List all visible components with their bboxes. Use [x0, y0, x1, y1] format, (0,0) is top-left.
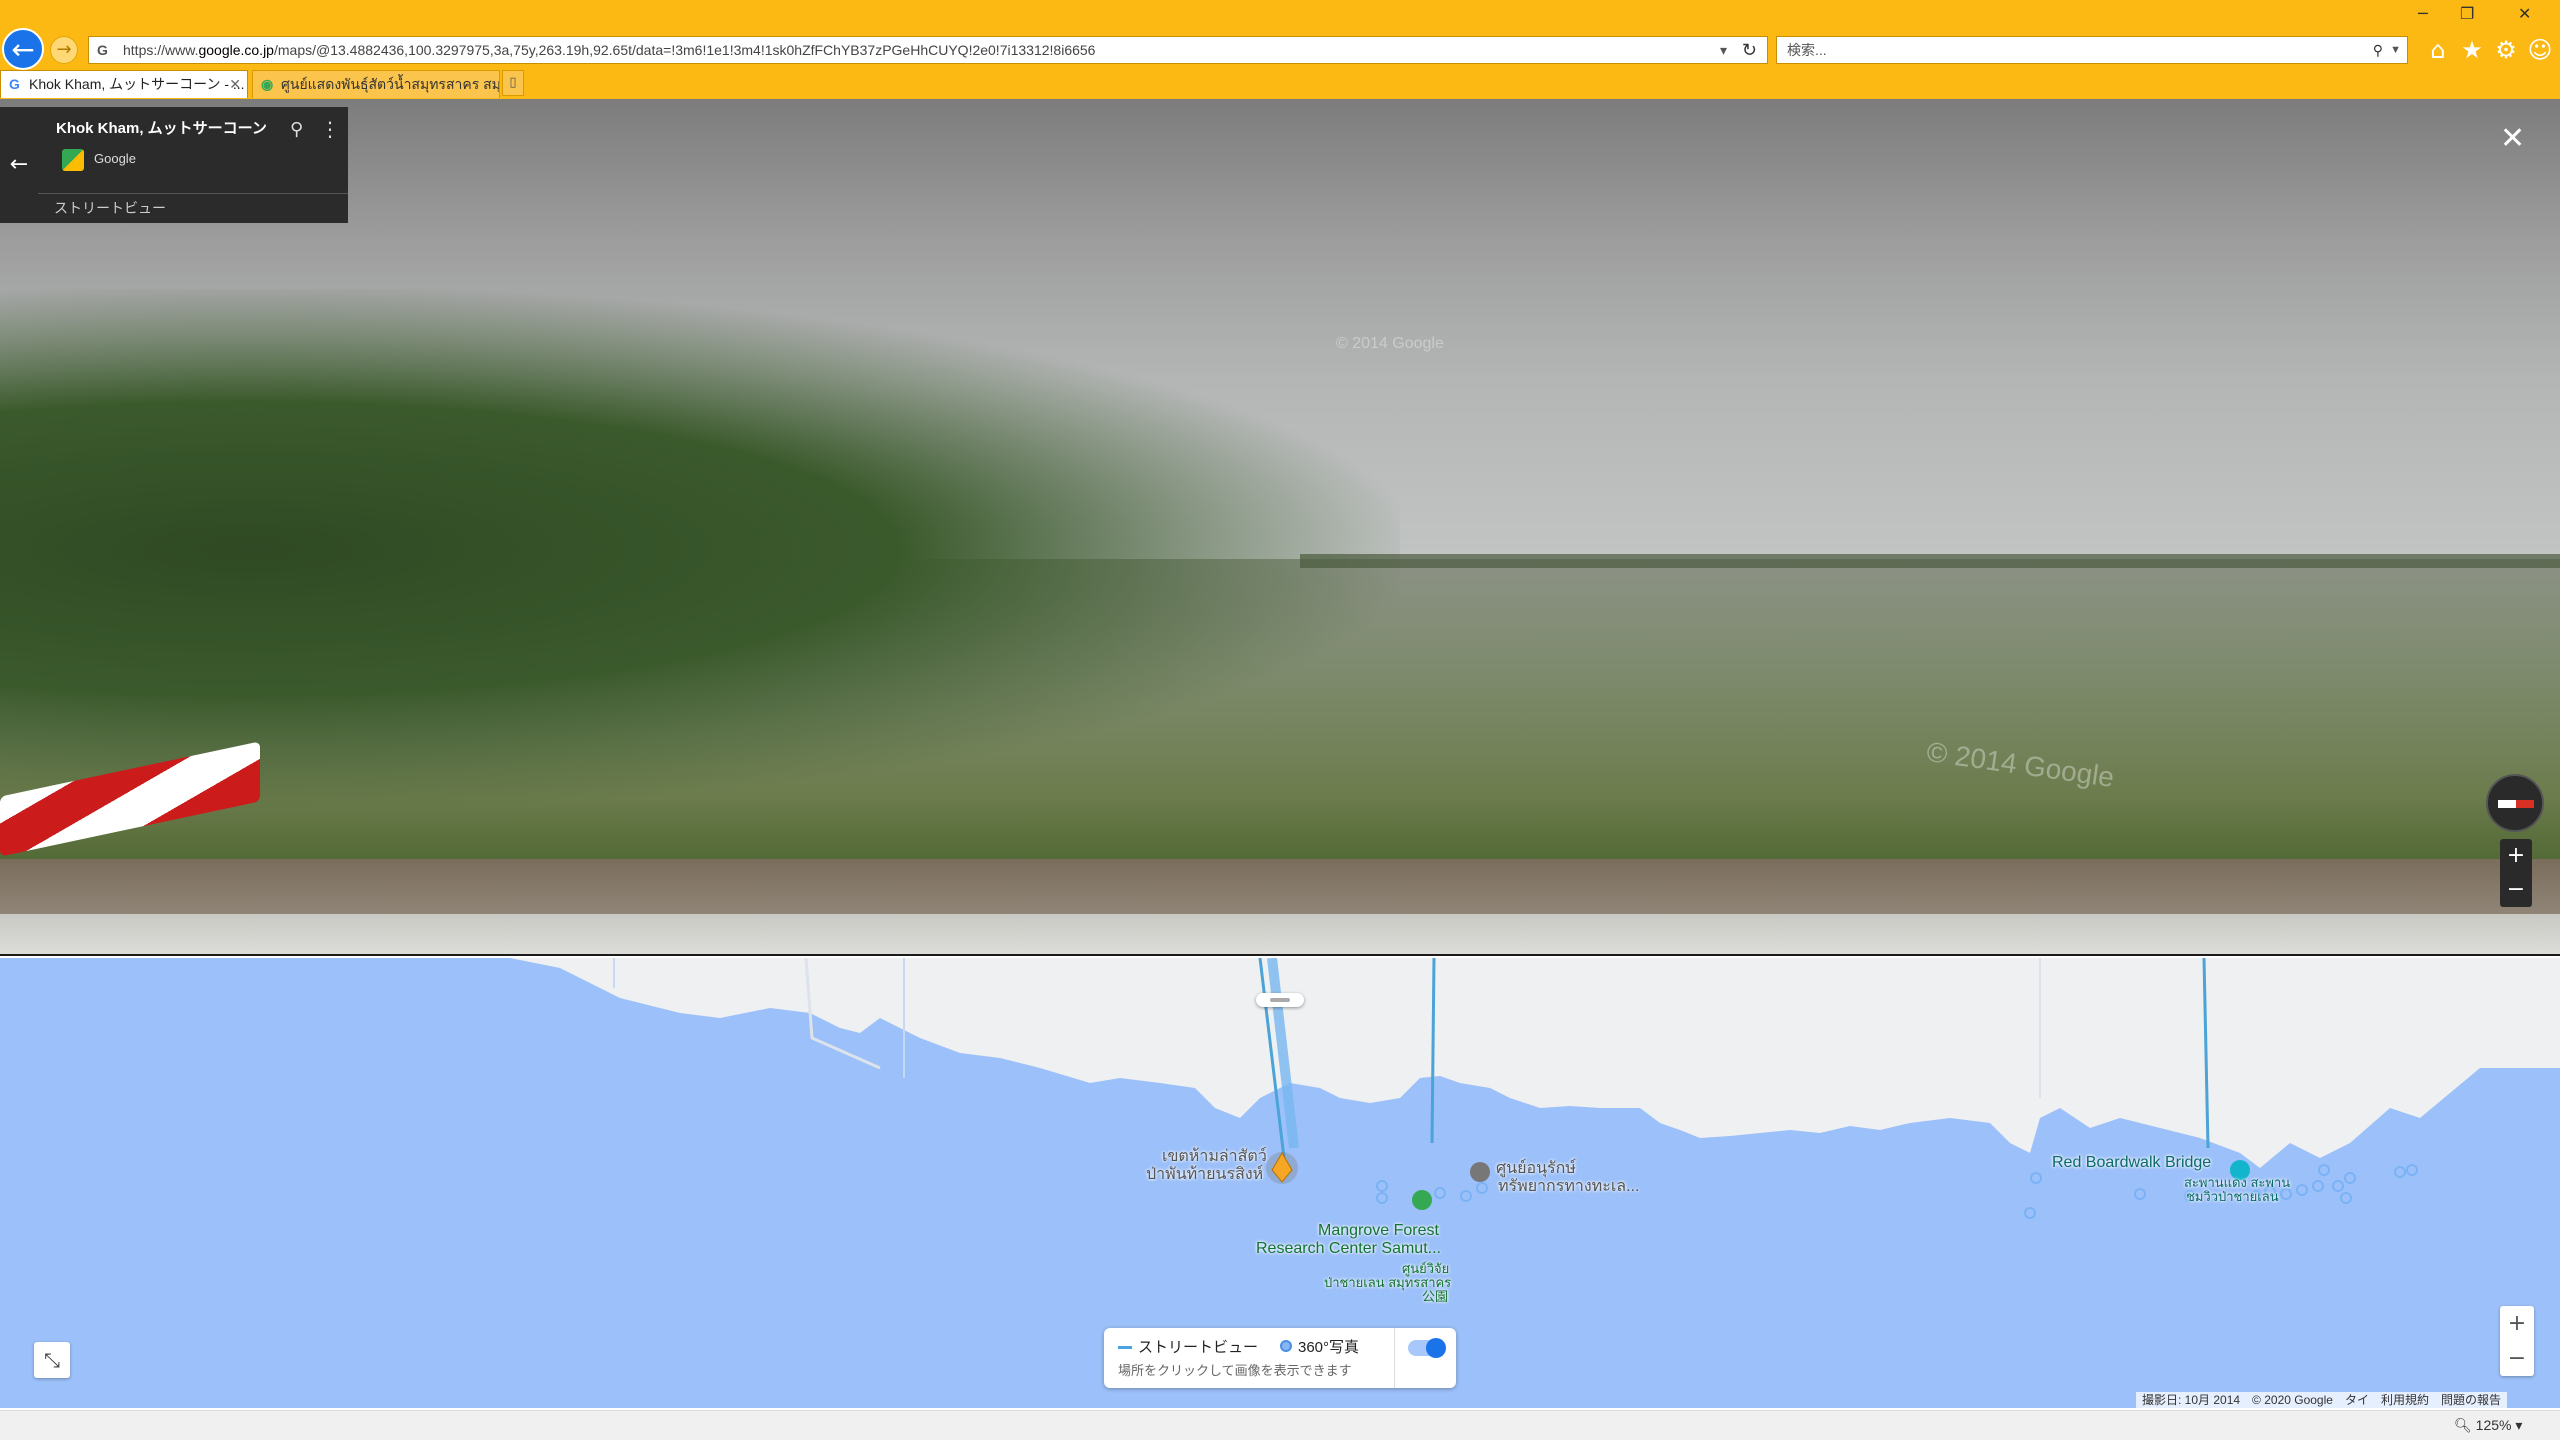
close-tab-icon[interactable]: ✕: [229, 71, 241, 97]
streetview-line-icon: [1118, 1346, 1132, 1349]
tab-khok-kham[interactable]: G Khok Kham, ムットサーコーン - ... ✕: [0, 70, 248, 98]
map-attribution: 撮影日: 10月 2014 © 2020 Google タイ 利用規約 問題の報告: [2136, 1392, 2507, 1408]
map-label-boardwalk-th-2: ชมวิวป่าชายเลน: [2186, 1189, 2279, 1204]
location-pin-icon[interactable]: ⚲: [290, 119, 303, 140]
browser-window: ─ ❐ ✕ ← → G https://www.google.co.jp/map…: [0, 0, 2560, 1440]
maps-tab-icon: ◉: [261, 76, 274, 92]
map-label-conservation-2[interactable]: ทรัพยากรทางทะเล...: [1498, 1174, 1639, 1199]
street-view-panorama[interactable]: © 2014 Google © 2014 Google ← Khok Kham,…: [0, 99, 2560, 956]
tab-label: ศูนย์แสดงพันธุ์สัตว์น้ำสมุทรสาคร สมุ...: [281, 76, 500, 92]
streetview-legend: ストリートビュー 360°写真 場所をクリックして画像を表示できます: [1104, 1328, 1456, 1388]
panorama-mangrove-trees: [0, 289, 1400, 809]
browser-status-bar: 🔍︎ 125% ▾: [0, 1410, 2560, 1440]
streetview-mode-label: ストリートビュー: [54, 201, 166, 217]
zoom-level[interactable]: 🔍︎ 125% ▾: [2454, 1417, 2522, 1434]
google-maps-icon: [62, 149, 84, 171]
split-resize-handle[interactable]: [1256, 993, 1304, 1007]
legend-360-photo: 360°写真: [1298, 1339, 1360, 1356]
google-favicon-icon: G: [97, 42, 108, 58]
search-icon[interactable]: ⚲: [2373, 37, 2383, 63]
streetview-back-button[interactable]: ←: [0, 107, 38, 223]
forward-button[interactable]: →: [50, 36, 78, 64]
url-rest: /maps/@13.4882436,100.3297975,3a,75y,263…: [273, 42, 1096, 58]
photo360-dot-icon: [1280, 1340, 1292, 1352]
zoom-magnifier-icon: 🔍︎: [2454, 1417, 2472, 1433]
provider-name: Google: [94, 151, 136, 166]
compass-icon[interactable]: [2486, 774, 2544, 832]
restore-icon[interactable]: ❐: [2460, 4, 2474, 23]
report-link[interactable]: 問題の報告: [2441, 1393, 2501, 1407]
map-zoom-out-button[interactable]: −: [2500, 1341, 2534, 1376]
close-window-icon[interactable]: ✕: [2518, 4, 2531, 23]
map-label-mangrove-th-3: 公園: [1422, 1289, 1449, 1304]
country-link[interactable]: タイ: [2345, 1393, 2369, 1407]
map-zoom-in-button[interactable]: +: [2500, 1306, 2534, 1341]
zoom-dropdown-icon[interactable]: ▾: [2515, 1417, 2522, 1433]
map-label-sanctuary-2[interactable]: ป่าพันท้ายนรสิงห์: [1146, 1162, 1263, 1187]
settings-gear-icon[interactable]: ⚙: [2492, 36, 2520, 64]
url-domain: google.co.jp: [198, 42, 274, 58]
place-name: Khok Kham, ムットサーコーン: [56, 120, 267, 137]
map-label-mangrove-1[interactable]: Mangrove Forest: [1318, 1222, 1439, 1240]
smiley-feedback-icon[interactable]: ☺: [2526, 36, 2554, 64]
address-bar[interactable]: G https://www.google.co.jp/maps/@13.4882…: [88, 36, 1768, 64]
panorama-road: [0, 914, 2560, 956]
streetview-info-card: Khok Kham, ムットサーコーン Google ⚲ ⋮ ストリートビュー: [38, 107, 348, 223]
capture-date: 撮影日: 10月 2014: [2142, 1393, 2241, 1407]
search-placeholder: 検索...: [1787, 42, 1827, 58]
legend-hint: 場所をクリックして画像を表示できます: [1118, 1363, 1352, 1378]
collapse-fullscreen-icon[interactable]: ⤡: [34, 1342, 70, 1378]
google-tab-icon: G: [9, 76, 20, 92]
browser-toolbar: ─ ❐ ✕ ← → G https://www.google.co.jp/map…: [0, 0, 2560, 99]
close-streetview-icon[interactable]: ✕: [2500, 121, 2525, 156]
card-divider: [38, 193, 348, 194]
map-zoom-control: + −: [2500, 1306, 2534, 1376]
legend-streetview: ストリートビュー: [1138, 1339, 1259, 1356]
streetview-zoom-in-button[interactable]: +: [2500, 839, 2532, 873]
copyright: © 2020 Google: [2252, 1393, 2333, 1407]
photo360-toggle[interactable]: [1408, 1338, 1446, 1358]
compass-needle: [2498, 800, 2534, 808]
favorites-star-icon[interactable]: ★: [2458, 36, 2486, 64]
watermark-top: © 2014 Google: [1336, 335, 1444, 352]
map-label-mangrove-2[interactable]: Research Center Samut...: [1256, 1240, 1441, 1258]
zoom-level-value: 125%: [2475, 1417, 2512, 1433]
terms-link[interactable]: 利用規約: [2381, 1393, 2429, 1407]
search-box[interactable]: 検索... ⚲ ▼: [1776, 36, 2408, 64]
refresh-icon[interactable]: ↻: [1742, 37, 1757, 63]
tab-label: Khok Kham, ムットサーコーン - ...: [29, 76, 245, 92]
home-icon[interactable]: ⌂: [2424, 36, 2452, 64]
new-tab-button[interactable]: ▯: [502, 70, 524, 96]
panorama-far-shore: [1300, 554, 2560, 568]
url-prefix: https://www.: [123, 42, 199, 58]
address-dropdown-icon[interactable]: ▾: [1720, 37, 1727, 63]
tab-aquarium[interactable]: ◉ ศูนย์แสดงพันธุ์สัตว์น้ำสมุทรสาคร สมุ..…: [252, 70, 500, 98]
streetview-zoom-control: + −: [2500, 839, 2532, 907]
map-label-boardwalk[interactable]: Red Boardwalk Bridge: [2052, 1154, 2211, 1172]
streetview-zoom-out-button[interactable]: −: [2500, 873, 2532, 907]
minimize-icon[interactable]: ─: [2418, 4, 2428, 23]
legend-divider: [1394, 1328, 1395, 1388]
more-options-icon[interactable]: ⋮: [320, 117, 340, 141]
back-button[interactable]: ←: [2, 28, 44, 70]
search-dropdown-icon[interactable]: ▼: [2390, 37, 2401, 63]
